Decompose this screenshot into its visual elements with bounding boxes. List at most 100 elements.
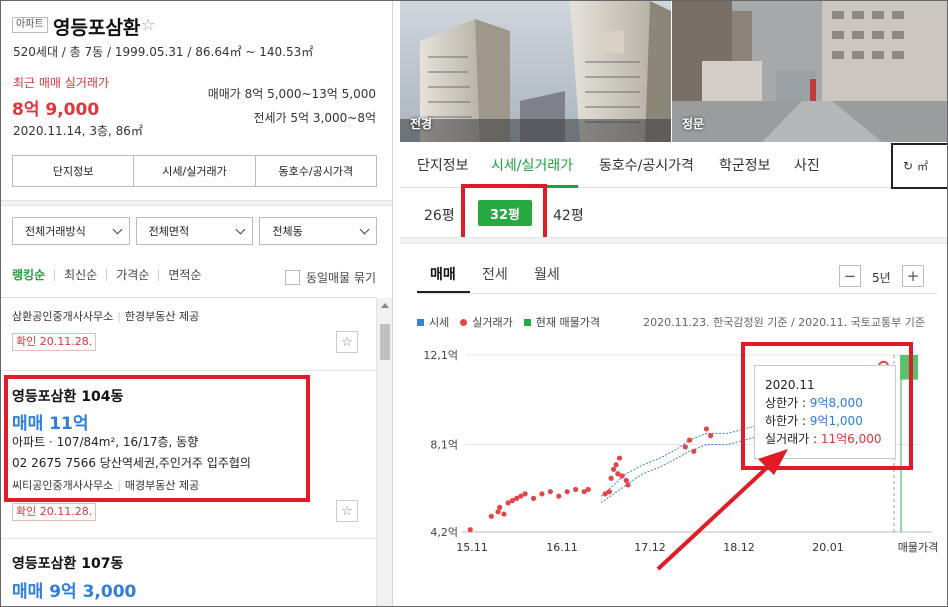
x-tick-label: 15.11 (456, 541, 488, 554)
trade-type-dropdown[interactable]: 전체거래방식 (12, 217, 130, 245)
confirmed-badge: 확인 20.11.28. (12, 503, 97, 521)
photo-exterior[interactable]: 전경 (400, 1, 671, 142)
x-tick-label: 20.01 (812, 541, 844, 554)
favorite-star-icon[interactable]: ☆ (141, 15, 155, 34)
actual-trade-point (539, 491, 545, 497)
actual-trade-point (501, 511, 507, 517)
legend-actual-swatch (460, 318, 468, 326)
recent-trade-price: 8억 9,000 (12, 100, 100, 120)
legend-listing: 현재 매물가격 (535, 316, 600, 329)
chevron-down-icon (359, 224, 370, 234)
actual-trade-point (522, 491, 528, 497)
building-dropdown[interactable]: 전체동 (259, 217, 378, 245)
building-value: 전체동 (272, 225, 303, 238)
divider (1, 370, 376, 371)
period-value: 5년 (872, 271, 891, 285)
actual-trade-point (625, 482, 631, 488)
actual-trade-point (682, 444, 688, 450)
listing-price: 매매 9억 3,000 (12, 582, 137, 602)
divider (417, 293, 937, 294)
property-type-tag: 아파트 (12, 17, 48, 33)
divider (1, 200, 392, 206)
group-same-listings-label: 동일매물 묶기 (305, 271, 376, 285)
zoom-out-button[interactable]: − (839, 265, 861, 287)
price-info-button[interactable]: 시세/실거래가 (134, 156, 256, 186)
confirmed-badge: 확인 20.11.28. (12, 333, 97, 351)
sort-latest[interactable]: 최신순 (64, 269, 108, 281)
x-tick-label: 매물가격 (898, 541, 938, 554)
sort-ranking[interactable]: 랭킹순 (12, 269, 56, 281)
jeonse-price-range: 전세가 5억 3,000~8억 (253, 111, 376, 125)
sort-area[interactable]: 면적순 (168, 269, 210, 281)
unit-price-button[interactable]: 동호수/공시가격 (256, 156, 376, 186)
recent-trade-label: 최근 매매 실거래가 (13, 76, 109, 90)
x-tick-label: 17.12 (634, 541, 666, 554)
actual-trade-point (611, 466, 617, 472)
unit-toggle-button[interactable]: ↻ ㎡ (891, 143, 947, 189)
data-source: 2020.11.23. 한국감정원 기준 / 2020.11. 국토교통부 기준 (643, 316, 925, 329)
bookmark-star-icon[interactable]: ☆ (336, 331, 358, 353)
unit-label: ㎡ (917, 160, 929, 173)
zoom-in-button[interactable]: + (902, 265, 924, 287)
photo-label: 전경 (410, 117, 433, 131)
chart-tab-monthly[interactable]: 월세 (534, 264, 560, 284)
complex-title: 영등포삼환 (53, 17, 141, 39)
apartment-photo-image (400, 1, 671, 142)
actual-trade-point (556, 493, 562, 499)
actual-trade-point (606, 489, 613, 495)
tab-unit-price[interactable]: 동호수/공시가격 (599, 155, 694, 175)
actual-trade-point (616, 455, 623, 461)
provider-name: 한경부동산 제공 (124, 310, 200, 323)
highlight-box (4, 375, 310, 502)
gate-photo-image (672, 1, 947, 142)
sort-price[interactable]: 가격순 (116, 269, 160, 281)
actual-trade-point (495, 509, 501, 515)
app-window: 아파트 영등포삼환 ☆ 520세대 / 총 7동 / 1999.05.31 / … (0, 0, 948, 607)
bookmark-star-icon[interactable]: ☆ (336, 500, 358, 522)
tab-school[interactable]: 학군정보 (719, 155, 771, 175)
actual-trade-point (467, 527, 473, 533)
legend-market-swatch (417, 318, 424, 326)
filter-bar: 전체거래방식 전체면적 전체동 (12, 217, 378, 245)
scroll-up-icon[interactable] (381, 303, 389, 308)
scrollbar[interactable] (376, 298, 392, 606)
actual-trade-point (613, 462, 619, 468)
chart-legend: 시세 실거래가 현재 매물가격 (417, 314, 600, 330)
divider (400, 237, 947, 244)
trade-type-value: 전체거래방식 (25, 225, 86, 238)
complex-info-button[interactable]: 단지정보 (13, 156, 135, 186)
actual-trade-point (564, 489, 570, 495)
tab-photos[interactable]: 사진 (794, 155, 820, 175)
pyeong-26[interactable]: 26평 (424, 205, 455, 225)
photo-label: 정문 (682, 117, 705, 131)
actual-trade-point (619, 473, 625, 479)
detail-panel: 전경 정문 단지정보 시세/실거래가 동호수/공시가격 학군정보 사진 ↻ ㎡ … (400, 1, 947, 606)
listing-office: 삼환공인중개사사무소 | 한경부동산 제공 (12, 310, 200, 323)
pyeong-42[interactable]: 42평 (553, 205, 584, 225)
x-tick-label: 18.12 (723, 541, 755, 554)
photo-gate[interactable]: 정문 (672, 1, 947, 142)
actual-trade-point (703, 426, 710, 432)
actual-trade-point (497, 504, 503, 510)
tab-price[interactable]: 시세/실거래가 (491, 155, 573, 175)
legend-listing-swatch (523, 318, 531, 326)
group-same-listings[interactable]: 동일매물 묶기 (284, 269, 376, 286)
chart-tab-sale[interactable]: 매매 (430, 264, 456, 284)
recent-trade-date: 2020.11.14, 3층, 86㎡ (13, 124, 143, 138)
listing-title[interactable]: 영등포삼환 107동 (12, 553, 123, 573)
chart-tab-jeonse[interactable]: 전세 (482, 264, 508, 284)
x-tick-label: 16.11 (546, 541, 578, 554)
actual-trade-point (530, 495, 537, 501)
area-value: 전체면적 (148, 225, 190, 238)
legend-market: 시세 (429, 316, 450, 329)
scroll-thumb[interactable] (380, 324, 390, 360)
actual-trade-point (585, 486, 591, 493)
actual-trade-point (573, 486, 579, 493)
area-dropdown[interactable]: 전체면적 (135, 217, 254, 245)
sort-options: 랭킹순 최신순 가격순 면적순 (12, 269, 220, 281)
checkbox[interactable] (284, 270, 300, 285)
actual-trade-point (488, 513, 494, 519)
actual-trade-point (547, 489, 553, 495)
agency-name: 삼환공인중개사사무소 (12, 310, 114, 323)
tab-complex-info[interactable]: 단지정보 (417, 155, 469, 175)
